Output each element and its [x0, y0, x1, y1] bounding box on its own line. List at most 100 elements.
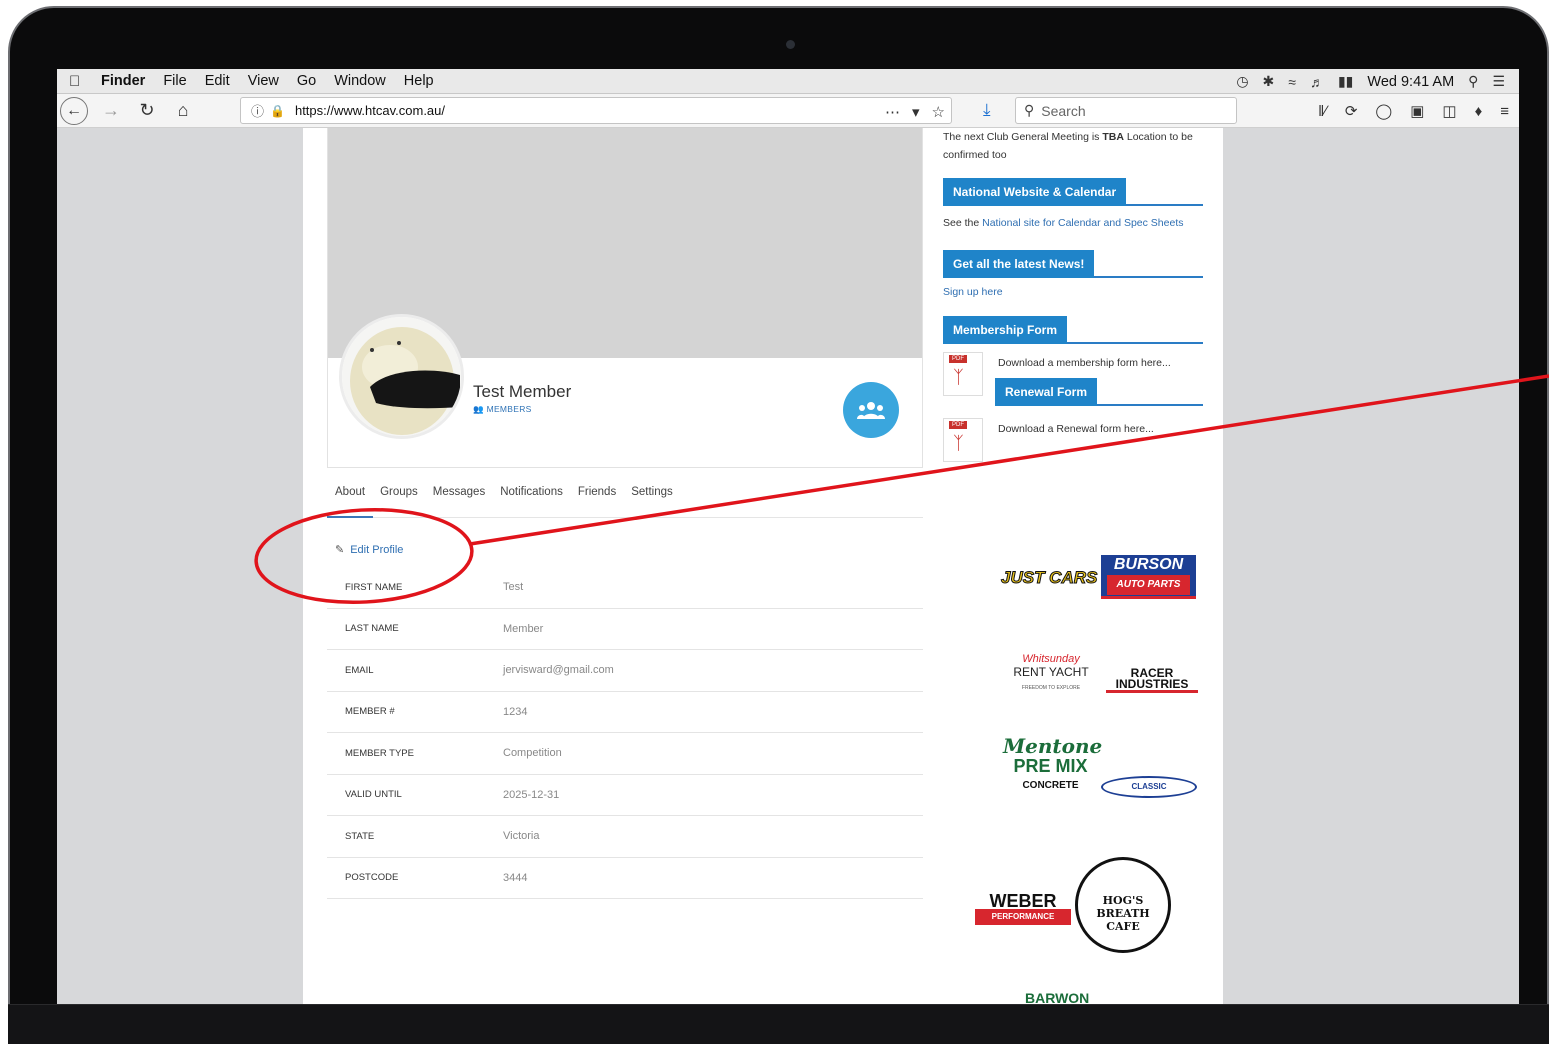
meeting-tba: TBA — [1102, 131, 1124, 143]
membership-download-text[interactable]: Download a membership form here... — [998, 357, 1171, 369]
menu-bar:  Finder File Edit View Go Window Help ◷… — [57, 69, 1519, 94]
sponsor-weber-logo[interactable]: WEBER PERFORMANCE — [975, 892, 1071, 925]
volume-icon[interactable]: ♬ — [1310, 74, 1324, 90]
pencil-icon: ✎ — [335, 544, 345, 556]
back-icon[interactable]: ← — [60, 96, 88, 125]
sidebar: The next Club General Meeting is TBA Loc… — [943, 128, 1203, 462]
library-icon[interactable]: ‖∕ — [1318, 103, 1327, 120]
news-heading: Get all the latest News! — [943, 250, 1203, 278]
group-button[interactable] — [843, 382, 899, 438]
menu-view[interactable]: View — [248, 73, 279, 89]
wifi-icon[interactable]: ≈ — [1288, 74, 1296, 90]
search-input[interactable]: ⚲ Search — [1015, 97, 1237, 124]
search-placeholder: Search — [1041, 102, 1086, 119]
download-icon[interactable]: ⤓ — [983, 100, 991, 120]
menu-file[interactable]: File — [163, 73, 186, 89]
tab-settings[interactable]: Settings — [631, 486, 673, 498]
profile-name: Test Member — [473, 382, 572, 401]
sponsor-rentyacht-logo[interactable]: Whitsunday RENT YACHT FREEDOM TO EXPLORE — [1011, 653, 1091, 691]
menu-go[interactable]: Go — [297, 73, 316, 89]
mentone-text: Mentone — [1003, 734, 1103, 758]
webcam — [786, 40, 795, 49]
sponsor-justcars-logo[interactable]: JUST CARS — [1000, 568, 1097, 588]
url-bar[interactable]: ⓘ 🔒 https://www.htcav.com.au/ ⋯ ▾ ☆ — [240, 97, 952, 124]
reload-icon[interactable]: ↻ — [134, 100, 160, 121]
forward-icon[interactable]: → — [98, 100, 124, 121]
bluetooth-icon[interactable]: ✱ — [1263, 73, 1275, 90]
menu-help[interactable]: Help — [404, 73, 434, 89]
clock[interactable]: Wed 9:41 AM — [1367, 74, 1454, 90]
page-actions-icon[interactable]: ⋯ — [885, 103, 900, 121]
pdf-tag: PDF — [949, 355, 967, 363]
sponsor-hogsbreath-logo[interactable]: HOG'S BREATH CAFE — [1075, 857, 1171, 953]
field-row: VALID UNTIL 2025-12-31 — [327, 775, 923, 816]
renewal-heading-text: Renewal Form — [995, 378, 1098, 406]
pdf-tag: PDF — [949, 421, 967, 429]
extension-icon[interactable]: ◯ — [1375, 102, 1392, 120]
national-prefix: See the — [943, 217, 980, 229]
membership-heading: Membership Form — [943, 316, 1203, 344]
meeting-prefix: The next Club General Meeting is — [943, 131, 1100, 143]
tab-messages[interactable]: Messages — [433, 486, 485, 498]
pocket-icon[interactable]: ▾ — [912, 103, 920, 121]
tab-about[interactable]: About — [335, 486, 365, 498]
edit-profile-label[interactable]: Edit Profile — [350, 544, 403, 556]
field-row: LAST NAME Member — [327, 609, 923, 650]
rentyacht-script: Whitsunday — [1022, 653, 1080, 665]
spotlight-icon[interactable]: ⚲ — [1468, 73, 1478, 90]
sponsor-racer-logo[interactable]: RACER INDUSTRIES — [1106, 667, 1198, 693]
avatar[interactable] — [339, 314, 464, 439]
sponsor-mentone-logo[interactable]: Mentone PRE MIX CONCRETE — [1003, 734, 1103, 796]
insecure-lock-icon[interactable]: 🔒 — [270, 104, 285, 118]
pdf-icon[interactable]: PDF ᛉ — [943, 352, 983, 396]
members-icon: 👥 — [473, 404, 484, 414]
field-row: MEMBER # 1234 — [327, 692, 923, 733]
battery-icon[interactable]: ▮▮ — [1338, 73, 1353, 90]
toolbar-right: ‖∕ ⟳ ◯ ▣ ◫ ♦ ≡ — [1318, 94, 1509, 128]
url-text[interactable]: https://www.htcav.com.au/ — [295, 103, 445, 118]
screenshot-icon[interactable]: ▣ — [1410, 102, 1424, 120]
profile-group[interactable]: 👥 MEMBERS — [473, 404, 532, 415]
membership-heading-text: Membership Form — [943, 316, 1068, 344]
laptop-bottom-bezel — [8, 1004, 1549, 1044]
pdf-icon[interactable]: PDF ᛉ — [943, 418, 983, 462]
home-icon[interactable]: ⌂ — [170, 100, 196, 121]
sidebar-icon[interactable]: ◫ — [1442, 102, 1456, 120]
field-value: Member — [503, 622, 544, 635]
info-icon[interactable]: ⓘ — [251, 101, 264, 120]
field-label: STATE — [345, 830, 375, 842]
field-row: FIRST NAME Test — [327, 567, 923, 609]
tab-groups[interactable]: Groups — [380, 486, 418, 498]
menu-window[interactable]: Window — [334, 73, 386, 89]
tab-friends[interactable]: Friends — [578, 486, 616, 498]
renewal-download[interactable]: PDF ᛉ Download a Renewal form here... — [943, 418, 1203, 462]
sponsor-burson-logo[interactable]: BURSON AUTO PARTS — [1101, 555, 1196, 599]
field-value: Test — [503, 581, 524, 594]
sponsor-barwon-logo[interactable]: BARWON — [1025, 990, 1089, 1004]
sponsor-classic-logo[interactable]: CLASSIC — [1101, 776, 1197, 798]
menu-edit[interactable]: Edit — [205, 73, 230, 89]
tab-notifications[interactable]: Notifications — [500, 486, 563, 498]
news-heading-text: Get all the latest News! — [943, 250, 1095, 278]
notification-center-icon[interactable]: ☰ — [1492, 73, 1505, 90]
field-value: Competition — [503, 747, 562, 760]
burson-text: BURSON — [1113, 556, 1184, 573]
national-link[interactable]: National site for Calendar and Spec Shee… — [982, 217, 1183, 229]
renewal-download-text[interactable]: Download a Renewal form here... — [998, 423, 1154, 435]
signup-link[interactable]: Sign up here — [943, 286, 1203, 298]
profile-group-label[interactable]: MEMBERS — [487, 404, 532, 414]
screen:  Finder File Edit View Go Window Help ◷… — [57, 69, 1519, 1004]
field-label: VALID UNTIL — [345, 789, 402, 801]
edit-profile-link[interactable]: ✎ Edit Profile — [335, 543, 403, 557]
national-heading-text: National Website & Calendar — [943, 178, 1127, 206]
time-machine-icon[interactable]: ◷ — [1236, 73, 1248, 90]
field-label: MEMBER TYPE — [345, 747, 414, 759]
web-page: Test Member 👥 MEMBERS About Groups Messa… — [303, 128, 1223, 1004]
menu-app-name[interactable]: Finder — [101, 73, 145, 89]
profile-fields: FIRST NAME Test LAST NAME Member EMAIL jerv… — [327, 567, 923, 899]
history-icon[interactable]: ⟳ — [1345, 102, 1358, 120]
bookmark-star-icon[interactable]: ☆ — [932, 103, 945, 121]
addon-icon[interactable]: ♦ — [1475, 103, 1483, 120]
apple-icon[interactable]:  — [69, 73, 85, 90]
hamburger-menu-icon[interactable]: ≡ — [1500, 103, 1509, 120]
